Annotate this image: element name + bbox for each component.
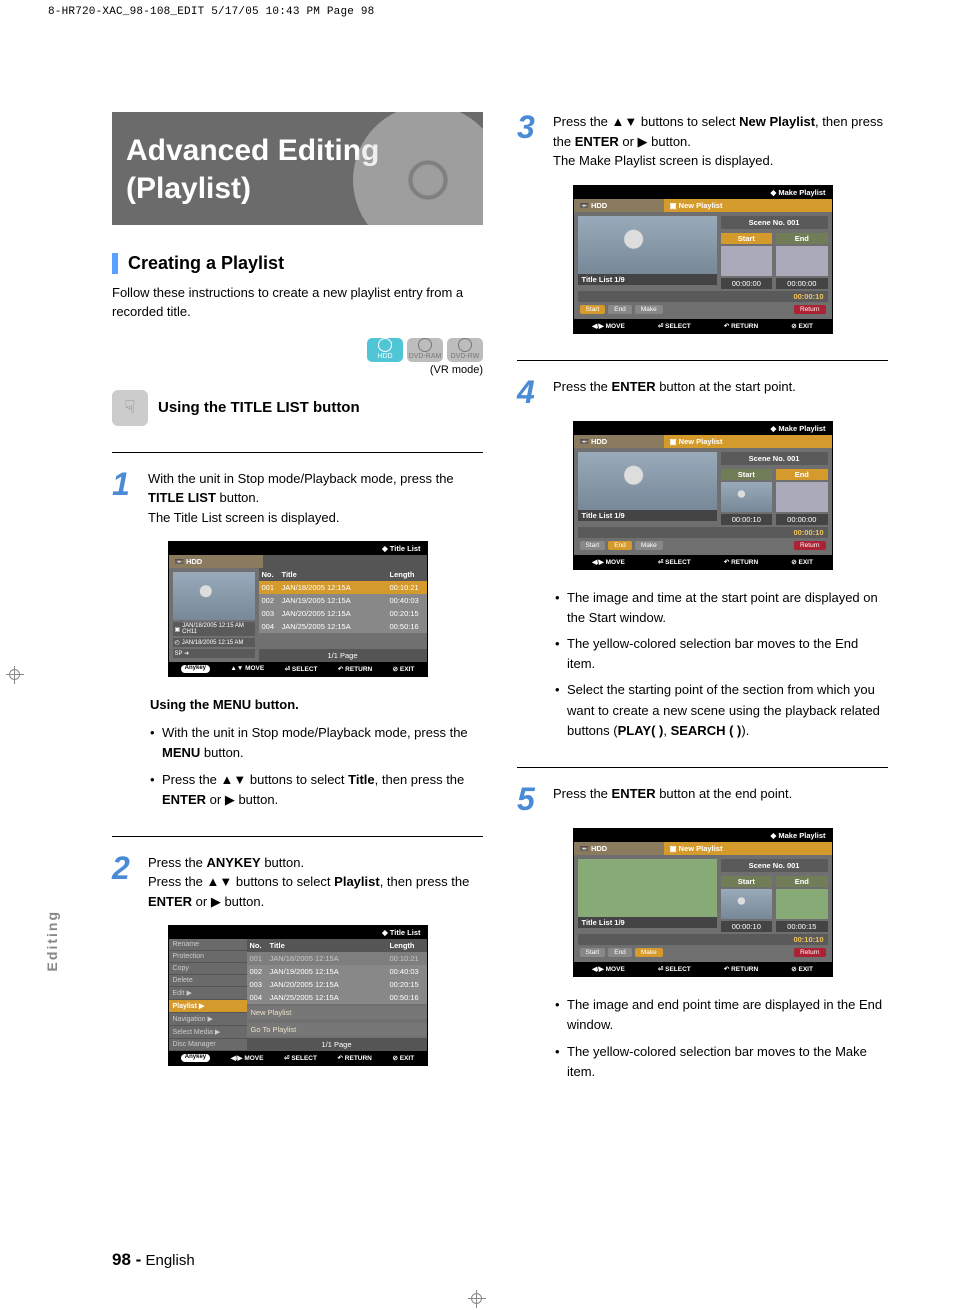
badge-hdd: HDD (367, 338, 403, 362)
step-4: 4 Press the ENTER button at the start po… (517, 377, 888, 407)
section-lead: Follow these instructions to create a ne… (112, 284, 483, 322)
screenshot-make-playlist-4: Make Playlist 📼 HDD▣ New Playlist Title … (573, 421, 833, 570)
step-number-3: 3 (517, 112, 545, 171)
screenshot-make-playlist-3: Make Playlist 📼 HDD▣ New Playlist Title … (573, 185, 833, 334)
divider (112, 452, 483, 453)
right-column: 3 Press the ▲▼ buttons to select New Pla… (517, 112, 888, 1088)
hand-icon (112, 390, 148, 426)
step-1: 1 With the unit in Stop mode/Playback mo… (112, 469, 483, 528)
media-badges: HDD DVD-RAM DVD-RW (112, 338, 483, 362)
step-number-5: 5 (517, 784, 545, 814)
step-5: 5 Press the ENTER button at the end poin… (517, 784, 888, 814)
step-number-2: 2 (112, 853, 140, 912)
menu-alt-block: Using the MENU button. With the unit in … (150, 695, 483, 810)
step-5-notes: The image and end point time are display… (555, 995, 888, 1082)
step-4-notes: The image and time at the start point ar… (555, 588, 888, 741)
subsection-heading: Using the TITLE LIST button (158, 399, 360, 416)
print-header: 8-HR720-XAC_98-108_EDIT 5/17/05 10:43 PM… (48, 6, 374, 18)
screenshot-anykey-menu: Title List Rename Protection Copy Delete… (168, 925, 428, 1066)
step-number-1: 1 (112, 469, 140, 528)
badge-dvd-ram: DVD-RAM (407, 338, 443, 362)
vr-mode-label: (VR mode) (112, 364, 483, 376)
registration-mark-bottom (468, 1290, 486, 1308)
screenshot-make-playlist-5: Make Playlist 📼 HDD▣ New Playlist Title … (573, 828, 833, 977)
left-column: Advanced Editing (Playlist) Creating a P… (112, 112, 483, 1088)
step-2: 2 Press the ANYKEY button. Press the ▲▼ … (112, 853, 483, 912)
registration-mark-left (6, 666, 24, 684)
step-number-4: 4 (517, 377, 545, 407)
page-number: 98 - English (112, 1250, 195, 1270)
screenshot-title-list: Title List 📼 HDD ▣ JAN/18/2005 12:15 AM … (168, 541, 428, 677)
badge-dvd-rw: DVD-RW (447, 338, 483, 362)
chapter-banner: Advanced Editing (Playlist) (112, 112, 483, 225)
section-heading: Creating a Playlist (112, 253, 483, 274)
step-3: 3 Press the ▲▼ buttons to select New Pla… (517, 112, 888, 171)
